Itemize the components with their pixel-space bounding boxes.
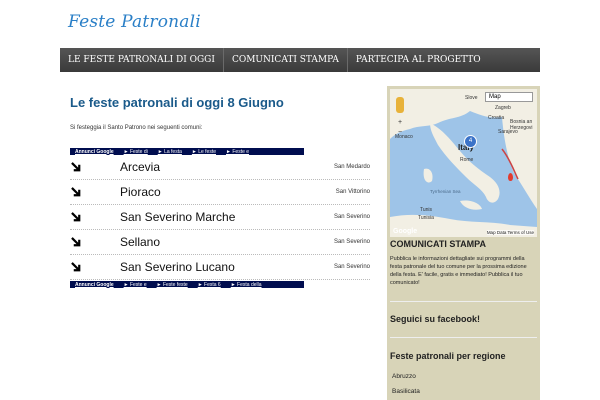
cluster-marker[interactable]: 4 [464,135,477,148]
list-item[interactable]: Pioraco San Vittorino [70,180,370,205]
google-map[interactable]: + − Map Slove Zagreb Croatia Bosnia an H… [390,89,537,237]
ad-label[interactable]: Annunci Google [70,282,119,288]
nav-item-partecipa[interactable]: PARTECIPA AL PROGETTO [348,48,489,72]
google-ads-bottom: Annunci Google ► Feste e ► Feste feste ►… [70,281,304,288]
santo-patrono: San Vittorino [335,189,370,195]
arrow-down-right-icon [70,186,82,198]
map-land-shapes [390,89,537,237]
ad-link[interactable]: ► Feste feste [152,282,193,288]
map-label: Tunisia [418,215,434,221]
ad-link[interactable]: ► Feste e [221,149,254,155]
list-item[interactable]: San Severino Marche San Severino [70,205,370,230]
comune-name[interactable]: San Severino Marche [120,210,235,224]
arrow-down-right-icon [70,161,82,173]
google-logo: Google [393,228,418,235]
sidebar: + − Map Slove Zagreb Croatia Bosnia an H… [387,86,540,400]
list-item[interactable]: Sellano San Severino [70,230,370,255]
comune-name[interactable]: San Severino Lucano [120,260,235,274]
comune-name[interactable]: Pioraco [120,185,161,199]
nav-item-comunicati[interactable]: COMUNICATI STAMPA [224,48,348,72]
map-attribution[interactable]: Map Data Terms of Use [486,230,534,235]
santo-patrono: San Severino [333,239,370,245]
list-item[interactable]: San Severino Lucano San Severino [70,255,370,280]
main-nav: LE FESTE PATRONALI DI OGGI COMUNICATI ST… [60,48,540,72]
map-label: Sarajevo [498,129,518,135]
map-label: Monaco [395,134,413,140]
santo-patrono: San Medardo [333,164,370,170]
nav-item-feste-oggi[interactable]: LE FESTE PATRONALI DI OGGI [60,48,224,72]
map-label: Tyrrhenian Sea [430,189,461,194]
map-label: Slove [465,95,478,101]
divider [390,337,537,338]
ad-link[interactable]: ► Feste e [119,282,152,288]
intro-text: Si festeggia il Santo Patrono nei seguen… [70,125,203,131]
facebook-section: Seguici su facebook! [390,314,537,324]
ad-link[interactable]: ► La festa [153,149,187,155]
facebook-heading[interactable]: Seguici su facebook! [390,314,537,324]
map-label: Croatia [488,115,505,121]
santo-patrono: San Severino [333,264,370,270]
map-label: Tunis [420,207,433,213]
press-section: COMUNICATI STAMPA Pubblica le informazio… [390,239,537,287]
map-type-select[interactable]: Map [485,92,533,102]
region-link[interactable]: Abruzzo [392,373,416,380]
site-logo[interactable]: Feste Patronali [68,12,201,32]
ad-link[interactable]: ► Le feste [187,149,221,155]
google-ads-top: Annunci Google ► Feste di ► La festa ► L… [70,148,304,155]
regions-heading: Feste patronali per regione [390,351,506,361]
comune-name[interactable]: Sellano [120,235,160,249]
pegman-icon[interactable] [396,97,404,113]
arrow-down-right-icon [70,211,82,223]
main-content: Le feste patronali di oggi 8 Giugno Si f… [70,90,370,131]
zoom-in-icon[interactable]: + [398,119,402,126]
map-pin-icon[interactable] [508,173,513,181]
list-item[interactable]: Arcevia San Medardo [70,155,370,180]
comune-name[interactable]: Arcevia [120,160,160,174]
arrow-down-right-icon [70,261,82,273]
ad-link[interactable]: ► Feste di [119,149,153,155]
arrow-down-right-icon [70,236,82,248]
press-heading: COMUNICATI STAMPA [390,239,486,249]
regions-section: Feste patronali per regione [390,351,537,361]
press-text: Pubblica le informazioni dettagliate sui… [390,256,527,286]
ad-link[interactable]: ► Festa 6 [193,282,226,288]
map-label: Rome [460,157,474,163]
ad-label[interactable]: Annunci Google [70,149,119,155]
santo-patrono: San Severino [333,214,370,220]
map-label: Zagreb [495,105,511,111]
divider [390,301,537,302]
comuni-list: Arcevia San Medardo Pioraco San Vittorin… [70,155,370,280]
ad-link[interactable]: ► Festa della [226,282,267,288]
page-title: Le feste patronali di oggi 8 Giugno [70,95,284,110]
region-link[interactable]: Basilicata [392,388,420,395]
